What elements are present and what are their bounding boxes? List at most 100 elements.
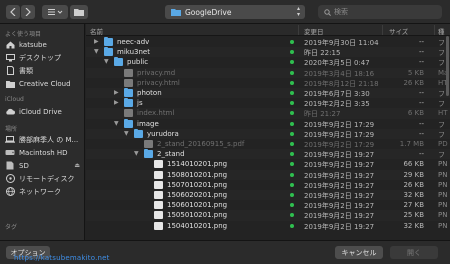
sidebar-item-mac[interactable]: 勝部麻季人 の M... [5,134,83,145]
sync-status-icon [290,152,294,157]
column-name-header[interactable]: 名前 [90,26,103,36]
globe-icon [5,187,15,196]
table-row[interactable]: privacy.html 2019年8月12日 21:18 26 KB HT [86,78,450,88]
disclosure-triangle-icon[interactable]: ▼ [94,48,99,55]
eject-icon[interactable]: ⏏ [74,162,80,169]
disclosure-triangle-icon[interactable]: ▼ [104,58,109,65]
file-size: 32 KB [403,221,424,230]
table-row[interactable]: ▶ js 2019年2月2日 3:35 -- フ [86,98,450,108]
disclosure-triangle-icon[interactable]: ▼ [114,120,119,127]
file-date: 2019年9月2日 19:27 [304,222,375,231]
table-row[interactable]: ▼ miku3net 昨日 22:15 -- フ [86,47,450,58]
file-name: 1505010201.png [167,211,228,220]
sync-status-icon [290,50,294,55]
new-folder-button[interactable] [70,5,88,19]
image-file-icon [154,180,163,189]
file-size: 26 KB [403,78,424,87]
document-icon [124,109,133,118]
image-file-icon [154,160,163,169]
column-divider[interactable] [434,25,435,35]
sidebar-item-label: デスクトップ [19,53,61,62]
forward-button[interactable] [21,5,35,19]
table-row[interactable]: 1514010201.png 2019年9月2日 19:27 66 KB PN [86,159,450,169]
sidebar-item-macintosh-hd[interactable]: Macintosh HD [5,147,83,158]
folder-icon [74,9,84,16]
sidebar-item-label: SD [19,161,29,170]
file-name: 1507010201.png [167,180,228,189]
sync-status-icon [290,111,294,116]
file-size: 27 KB [403,201,424,210]
sidebar-item-desktop[interactable]: デスクトップ [5,52,83,63]
sidebar-item-home[interactable]: katsube [5,39,83,50]
path-popup[interactable]: GoogleDrive ▴ ▾ [165,5,305,19]
sidebar-item-label: katsube [19,40,47,49]
sidebar-item-label: 書類 [19,66,33,75]
chevron-right-icon [25,8,31,16]
file-kind: PN [438,211,448,220]
file-size: -- [418,150,424,159]
column-divider[interactable] [298,25,299,35]
toolbar: GoogleDrive ▴ ▾ 検索 [0,0,450,24]
sync-status-icon [290,203,294,208]
back-button[interactable] [6,5,20,19]
table-row[interactable]: ▼ yurudora 2019年9月2日 17:29 -- フ [86,128,450,139]
sync-status-icon [290,162,294,167]
folder-icon [124,88,133,97]
table-row[interactable]: 1506010201.png 2019年9月2日 19:27 27 KB PN [86,200,450,210]
disc-icon [5,174,15,183]
file-name: public [127,58,149,67]
image-file-icon [154,170,163,179]
sidebar-item-creative-cloud[interactable]: Creative Cloud [5,78,83,89]
file-name: yurudora [147,129,179,138]
table-row[interactable]: 1505010201.png 2019年9月2日 19:27 25 KB PN [86,210,450,221]
hard-drive-icon [5,148,15,157]
column-date-header[interactable]: 変更日 [304,26,324,36]
sync-status-icon [290,40,294,44]
disclosure-triangle-icon[interactable]: ▶ [94,38,99,45]
file-kind: HT [438,109,448,118]
table-row[interactable]: 1504010201.png 2019年9月2日 19:27 32 KB PN [86,221,450,231]
folder-icon [114,57,123,67]
table-row[interactable]: 1507010201.png 2019年9月2日 19:27 26 KB PN [86,180,450,190]
file-size: -- [418,119,424,128]
file-size: -- [418,58,424,67]
disclosure-triangle-icon[interactable]: ▶ [114,89,119,96]
column-size-header[interactable]: サイズ [389,26,408,36]
table-row[interactable]: ▼ 2_stand 2019年9月2日 19:27 -- フ [86,149,450,160]
table-row[interactable]: 1508010201.png 2019年9月2日 19:27 29 KB PN [86,169,450,180]
folder-icon [134,128,143,138]
open-button[interactable]: 開く [390,246,438,259]
sync-status-icon [290,101,294,106]
sidebar-item-sd[interactable]: SD ⏏ [5,160,83,171]
search-field[interactable]: 検索 [318,5,442,19]
folder-icon [124,98,133,108]
column-kind-header[interactable]: 種 [438,26,445,36]
column-divider[interactable] [382,25,383,35]
open-file-dialog: GoogleDrive ▴▾ 検索 よく使う項目 katsube デスクトップ [0,0,450,264]
disclosure-triangle-icon[interactable]: ▼ [134,150,139,157]
table-row[interactable]: ▼ image 2019年9月2日 17:29 -- フ [86,118,450,129]
file-size: 5 KB [407,68,424,77]
sidebar-item-remote-disc[interactable]: リモートディスク [5,173,83,184]
disclosure-triangle-icon[interactable]: ▼ [124,130,129,137]
sidebar-item-icloud-drive[interactable]: iCloud Drive [5,106,83,117]
table-row[interactable]: 2_stand_20160915_s.pdf 2019年9月2日 17:29 1… [86,139,450,149]
sync-status-icon [290,131,294,136]
table-row[interactable]: ▶ photon 2019年6月7日 3:30 -- フ [86,88,450,99]
view-options-button[interactable] [42,5,68,19]
sync-status-icon [290,182,294,187]
file-name: miku3net [117,48,150,57]
table-row[interactable]: ▶ neec-adv 2019年9月30日 11:04 -- フ [86,37,450,47]
table-row[interactable]: index.html 昨日 21:27 6 KB HT [86,108,450,119]
table-row[interactable]: privacy.md 2019年3月4日 18:16 5 KB Ma [86,67,450,78]
file-kind: PN [438,170,448,179]
table-row[interactable]: ▼ public 2020年3月5日 0:47 -- フ [86,57,450,67]
vertical-scrollbar[interactable] [446,36,449,96]
sidebar-item-network[interactable]: ネットワーク [5,186,83,197]
file-name: photon [137,89,162,97]
cancel-button[interactable]: キャンセル [335,246,383,259]
table-row[interactable]: 1506020201.png 2019年9月2日 19:27 32 KB PN [86,190,450,201]
sidebar-item-documents[interactable]: 書類 [5,65,83,76]
disclosure-triangle-icon[interactable]: ▶ [114,99,119,106]
file-name: 1508010201.png [167,170,228,179]
